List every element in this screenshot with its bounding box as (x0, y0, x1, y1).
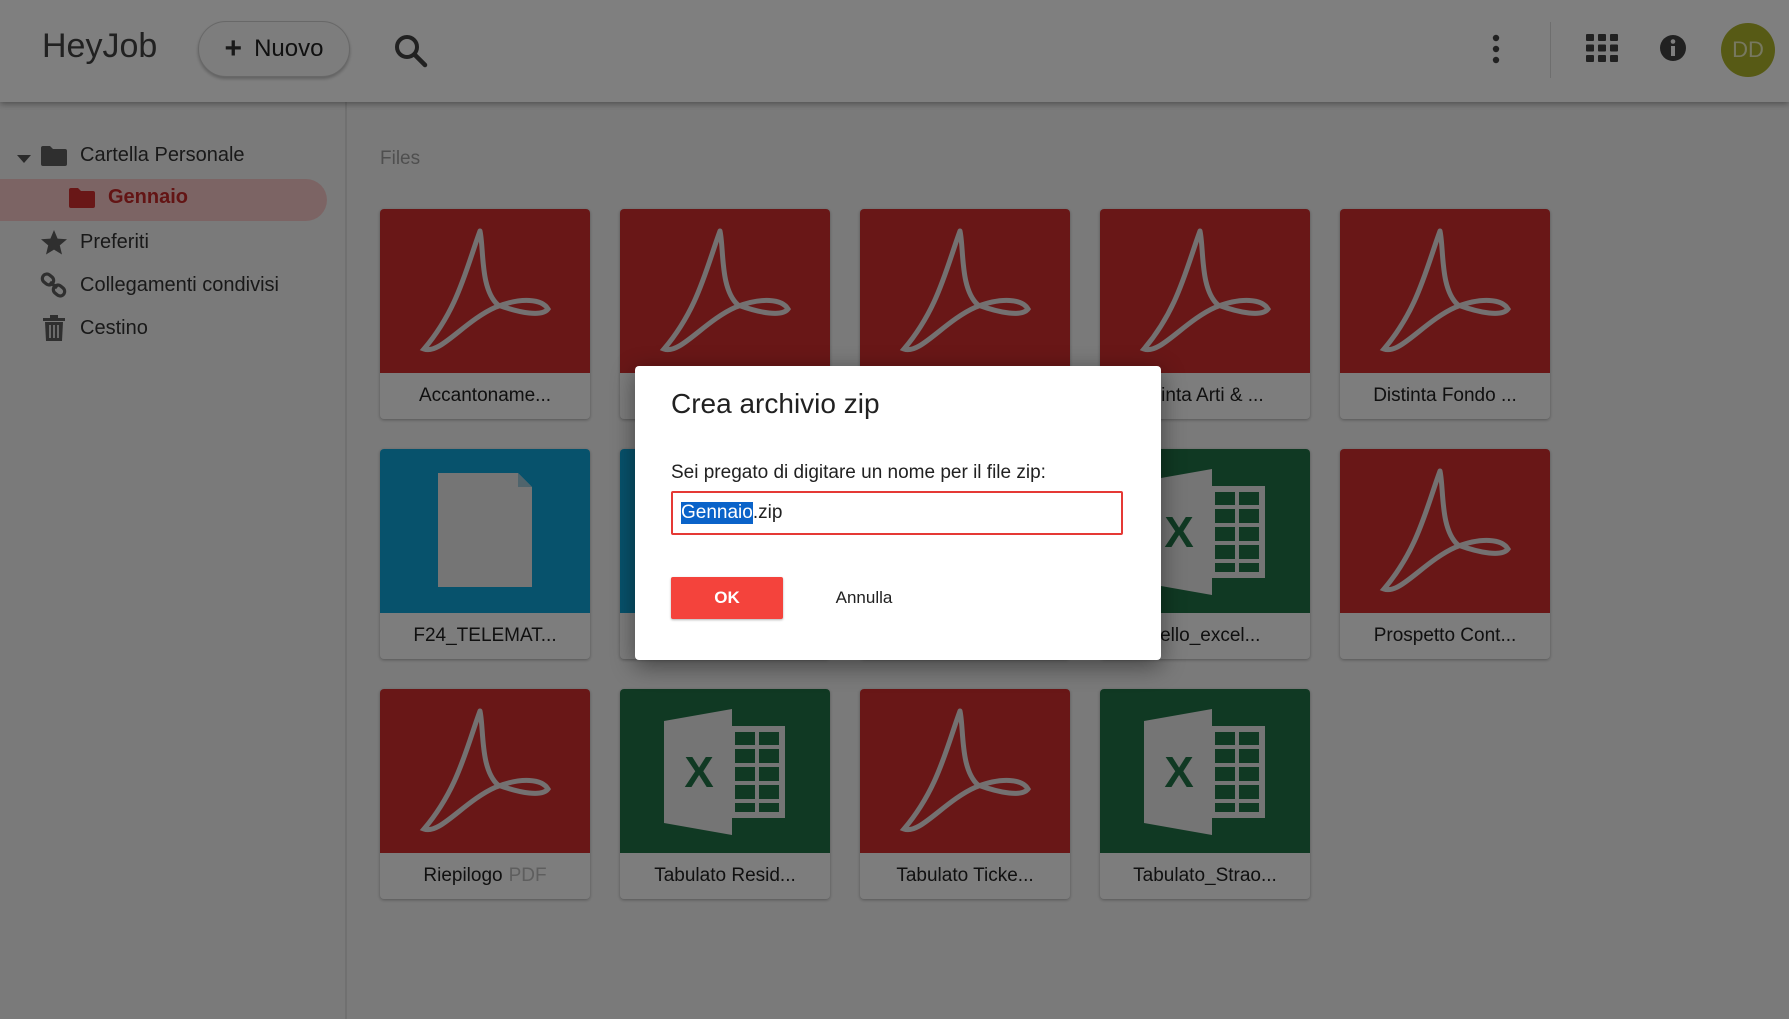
input-text-rest: .zip (752, 502, 783, 523)
cancel-button[interactable]: Annulla (809, 577, 919, 619)
zip-name-input[interactable]: Gennaio .zip (671, 491, 1123, 535)
dialog-message: Sei pregato di digitare un nome per il f… (671, 462, 1046, 483)
selected-text: Gennaio (681, 502, 753, 524)
create-zip-dialog: Crea archivio zip Sei pregato di digitar… (635, 366, 1161, 660)
dialog-title: Crea archivio zip (671, 388, 880, 419)
ok-button[interactable]: OK (671, 577, 783, 619)
